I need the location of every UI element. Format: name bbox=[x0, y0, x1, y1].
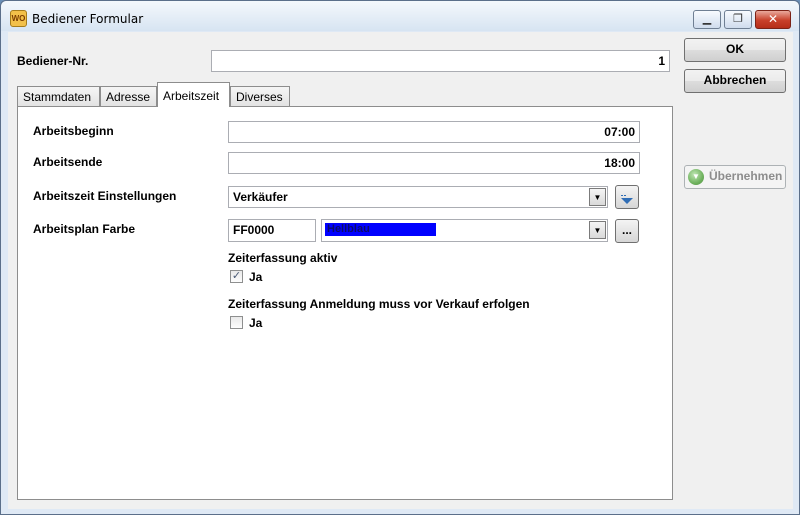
ok-button[interactable]: OK bbox=[684, 38, 786, 62]
zeiterfassung-aktiv-checkbox[interactable]: ✓ bbox=[230, 270, 243, 283]
dialog-client-area: Bediener-Nr. 1 OK Abbrechen ▼ Übernehmen… bbox=[8, 32, 793, 509]
color-swatch: Hellblau bbox=[325, 223, 436, 236]
arbeitszeit-einstellungen-value: Verkäufer bbox=[233, 190, 288, 204]
app-icon: WO bbox=[10, 10, 27, 27]
abbrechen-label: Abbrechen bbox=[703, 73, 767, 87]
window-title: Bediener Formular bbox=[32, 12, 144, 26]
close-button[interactable]: ✕ bbox=[755, 10, 791, 29]
bediener-nr-field[interactable]: 1 bbox=[211, 50, 670, 72]
arbeitsende-label: Arbeitsende bbox=[33, 155, 103, 169]
abbrechen-button[interactable]: Abbrechen bbox=[684, 69, 786, 93]
tab-adresse[interactable]: Adresse bbox=[100, 86, 157, 106]
tab-stammdaten[interactable]: Stammdaten bbox=[17, 86, 100, 106]
arbeitsbeginn-field[interactable]: 07:00 bbox=[228, 121, 640, 143]
anmeldung-checkbox[interactable] bbox=[230, 316, 243, 329]
chevron-down-icon[interactable]: ▼ bbox=[589, 188, 606, 206]
filter-dropdown-button[interactable] bbox=[615, 185, 639, 209]
arbeitszeit-einstellungen-combo[interactable]: Verkäufer ▼ bbox=[228, 186, 608, 208]
arbeitsplan-farbe-combo[interactable]: Hellblau ▼ bbox=[321, 219, 608, 242]
zeiterfassung-aktiv-ja-label: Ja bbox=[249, 270, 263, 284]
dialog-window: WO Bediener Formular ▁ ❐ ✕ Bediener-Nr. … bbox=[0, 0, 800, 515]
arbeitszeit-einstellungen-label: Arbeitszeit Einstellungen bbox=[33, 189, 177, 203]
arbeitsplan-farbe-label: Arbeitsplan Farbe bbox=[33, 222, 136, 236]
uebernehmen-button[interactable]: ▼ Übernehmen bbox=[684, 165, 786, 189]
uebernehmen-label: Übernehmen bbox=[709, 169, 783, 183]
chevron-down-icon[interactable]: ▼ bbox=[589, 221, 606, 239]
maximize-button[interactable]: ❐ bbox=[724, 10, 752, 29]
arbeitsende-field[interactable]: 18:00 bbox=[228, 152, 640, 174]
zeiterfassung-aktiv-label: Zeiterfassung aktiv bbox=[228, 251, 338, 265]
tab-diverses[interactable]: Diverses bbox=[230, 86, 290, 106]
green-down-arrow-icon: ▼ bbox=[688, 169, 704, 185]
tab-arbeitszeit[interactable]: Arbeitszeit bbox=[157, 82, 230, 107]
minimize-button[interactable]: ▁ bbox=[693, 10, 721, 29]
arbeitsplan-farbe-code-field[interactable]: FF0000 bbox=[228, 219, 316, 242]
title-bar[interactable]: WO Bediener Formular ▁ ❐ ✕ bbox=[1, 1, 799, 31]
anmeldung-label: Zeiterfassung Anmeldung muss vor Verkauf… bbox=[228, 297, 530, 311]
arbeitszeit-panel: Arbeitsbeginn 07:00 Arbeitsende 18:00 Ar… bbox=[17, 106, 673, 500]
arbeitsbeginn-label: Arbeitsbeginn bbox=[33, 124, 114, 138]
filter-dropdown-icon bbox=[620, 191, 634, 204]
anmeldung-ja-label: Ja bbox=[249, 316, 263, 330]
bediener-nr-label: Bediener-Nr. bbox=[17, 54, 89, 68]
farbe-ellipsis-button[interactable]: ... bbox=[615, 219, 639, 243]
